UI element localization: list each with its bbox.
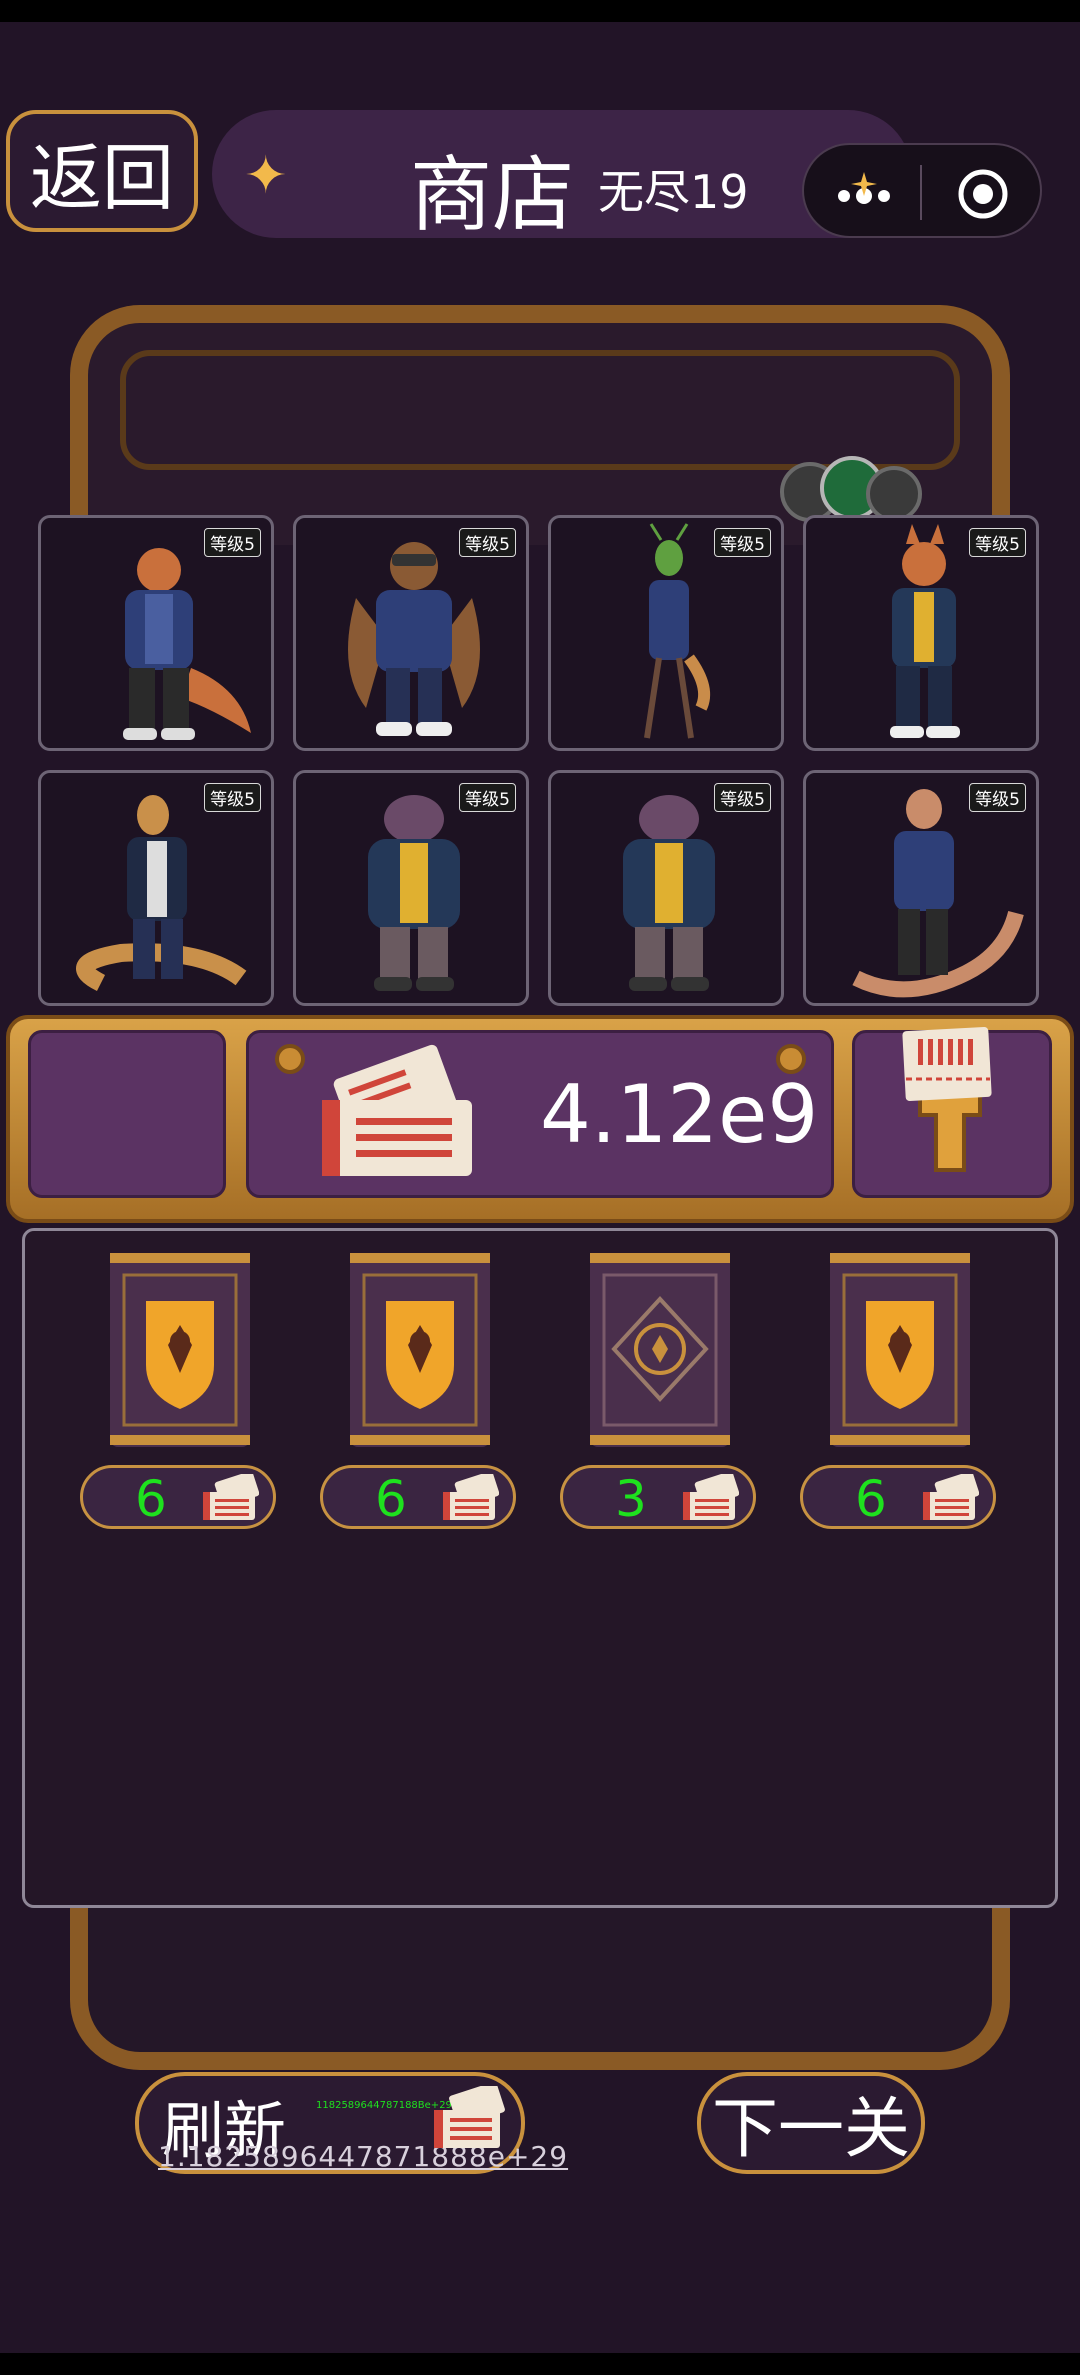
character-card[interactable]: 等级5	[548, 515, 784, 751]
price-tag[interactable]: 6	[80, 1465, 276, 1529]
level-badge: 等级5	[459, 783, 516, 812]
refresh-cost: 1.1825896447871888e+29	[158, 2140, 569, 2173]
ticket-dispenser-icon[interactable]	[890, 1025, 1010, 1175]
price-value: 6	[855, 1470, 887, 1528]
price-tag[interactable]: 6	[320, 1465, 516, 1529]
price-value: 6	[135, 1470, 167, 1528]
level-badge: 等级5	[969, 783, 1026, 812]
price-value: 3	[615, 1470, 647, 1528]
bolt-decoration	[275, 1044, 305, 1074]
ticket-icon	[683, 1474, 739, 1520]
character-card[interactable]: 等级5	[38, 770, 274, 1006]
poker-chips-decoration	[780, 456, 922, 522]
character-card[interactable]: 等级5	[803, 770, 1039, 1006]
ticket-icon	[443, 1474, 499, 1520]
capsule-divider	[920, 165, 922, 220]
character-card[interactable]: 等级5	[38, 515, 274, 751]
card-pack-gold[interactable]	[826, 1245, 974, 1455]
navigation-bar	[0, 2353, 1080, 2375]
price-tag[interactable]: 3	[560, 1465, 756, 1529]
price-tag[interactable]: 6	[800, 1465, 996, 1529]
level-badge: 等级5	[204, 528, 261, 557]
ticket-icon	[322, 1044, 472, 1176]
card-pack-purple[interactable]	[586, 1245, 734, 1455]
back-button[interactable]: 返回	[6, 110, 198, 232]
level-badge: 等级5	[204, 783, 261, 812]
character-card[interactable]: 等级5	[803, 515, 1039, 751]
decorative-frame-bottom	[70, 1900, 1010, 2070]
currency-slot-left	[28, 1030, 226, 1198]
status-bar	[0, 0, 1080, 22]
level-badge: 等级5	[714, 528, 771, 557]
level-badge: 等级5	[714, 783, 771, 812]
ticket-icon	[923, 1474, 979, 1520]
level-badge: 等级5	[969, 528, 1026, 557]
price-value: 6	[375, 1470, 407, 1528]
close-miniprogram-icon[interactable]	[957, 168, 1009, 220]
mode-label: 无尽19	[598, 165, 749, 219]
ticket-icon	[434, 2086, 505, 2148]
sparkle-icon: ✦	[244, 146, 288, 206]
currency-value: 4.12e9	[540, 1068, 819, 1161]
character-card[interactable]: 等级5	[293, 515, 529, 751]
next-level-button[interactable]: 下一关	[697, 2072, 925, 2174]
more-options-icon[interactable]	[832, 170, 896, 214]
character-card[interactable]: 等级5	[293, 770, 529, 1006]
card-pack-gold[interactable]	[106, 1245, 254, 1455]
page-title: 商店	[410, 148, 575, 243]
level-badge: 等级5	[459, 528, 516, 557]
character-card[interactable]: 等级5	[548, 770, 784, 1006]
card-pack-gold[interactable]	[346, 1245, 494, 1455]
ticket-icon	[203, 1474, 259, 1520]
